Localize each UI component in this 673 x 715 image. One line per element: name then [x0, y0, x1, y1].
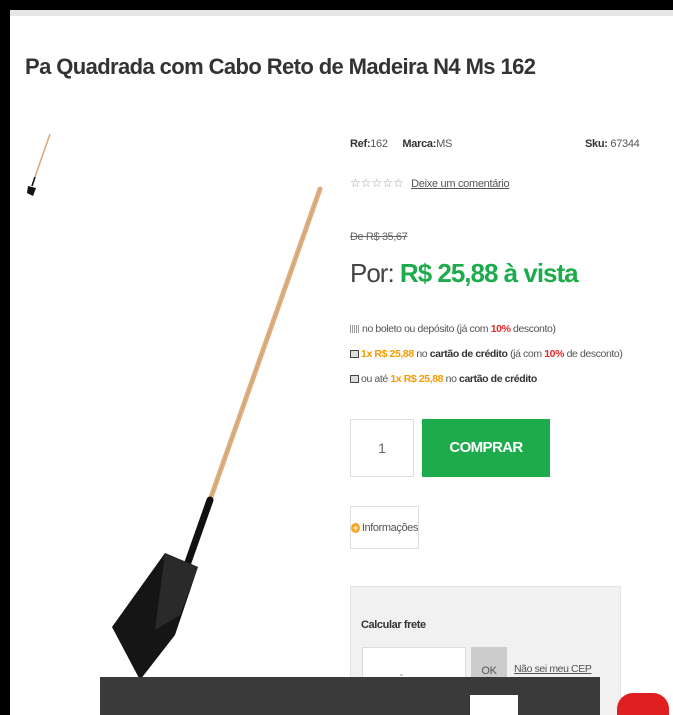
plus-circle-icon: +: [351, 522, 360, 533]
product-thumbnail[interactable]: [24, 132, 54, 202]
barcode-icon: [350, 325, 360, 333]
brand-label: Marca:: [402, 138, 437, 150]
current-price: Por: R$ 25,88 à vista: [350, 258, 579, 289]
payment-credit-discount: 1x R$ 25,88 no cartão de crédito (já com…: [350, 348, 623, 360]
old-price: De R$ 35,67: [350, 231, 408, 243]
unknown-cep-link[interactable]: Não sei meu CEP: [514, 663, 592, 675]
price-prefix: Por:: [350, 258, 395, 288]
product-page: Pa Quadrada com Cabo Reto de Madeira N4 …: [10, 10, 673, 715]
sku-label: Sku:: [585, 138, 608, 150]
brand-value: MS: [436, 138, 452, 150]
shipping-title: Calcular frete: [361, 619, 426, 631]
star-rating-icon[interactable]: ☆☆☆☆☆: [350, 176, 404, 190]
payment-credit-installments: ou até 1x R$ 25,88 no cartão de crédito: [350, 373, 537, 385]
quantity-input[interactable]: 1: [350, 419, 414, 477]
credit-card-icon: [350, 350, 359, 358]
price-value: R$ 25,88 à vista: [399, 258, 579, 288]
info-button[interactable]: + Informações: [350, 506, 419, 549]
buy-button[interactable]: COMPRAR: [422, 419, 550, 477]
product-meta: Ref:162 Marca:MS: [350, 138, 452, 150]
product-title: Pa Quadrada com Cabo Reto de Madeira N4 …: [25, 54, 536, 79]
header-divider: [10, 10, 673, 16]
chat-widget-button[interactable]: [617, 693, 669, 715]
sku-value: 67344: [610, 138, 640, 150]
credit-card-icon: [350, 375, 359, 383]
rating-row: ☆☆☆☆☆ Deixe um comentário: [350, 176, 510, 190]
ref-value: 162: [370, 138, 388, 150]
product-main-image: [112, 186, 323, 680]
leave-comment-link[interactable]: Deixe um comentário: [411, 178, 510, 190]
bottom-overlay-bar: [100, 677, 600, 715]
info-label: Informações: [361, 521, 419, 534]
payment-boleto: no boleto ou depósito (já com 10% descon…: [350, 323, 556, 335]
ref-label: Ref:: [350, 138, 371, 150]
overlay-button[interactable]: [470, 695, 518, 715]
product-sku: Sku: 67344: [585, 138, 640, 150]
